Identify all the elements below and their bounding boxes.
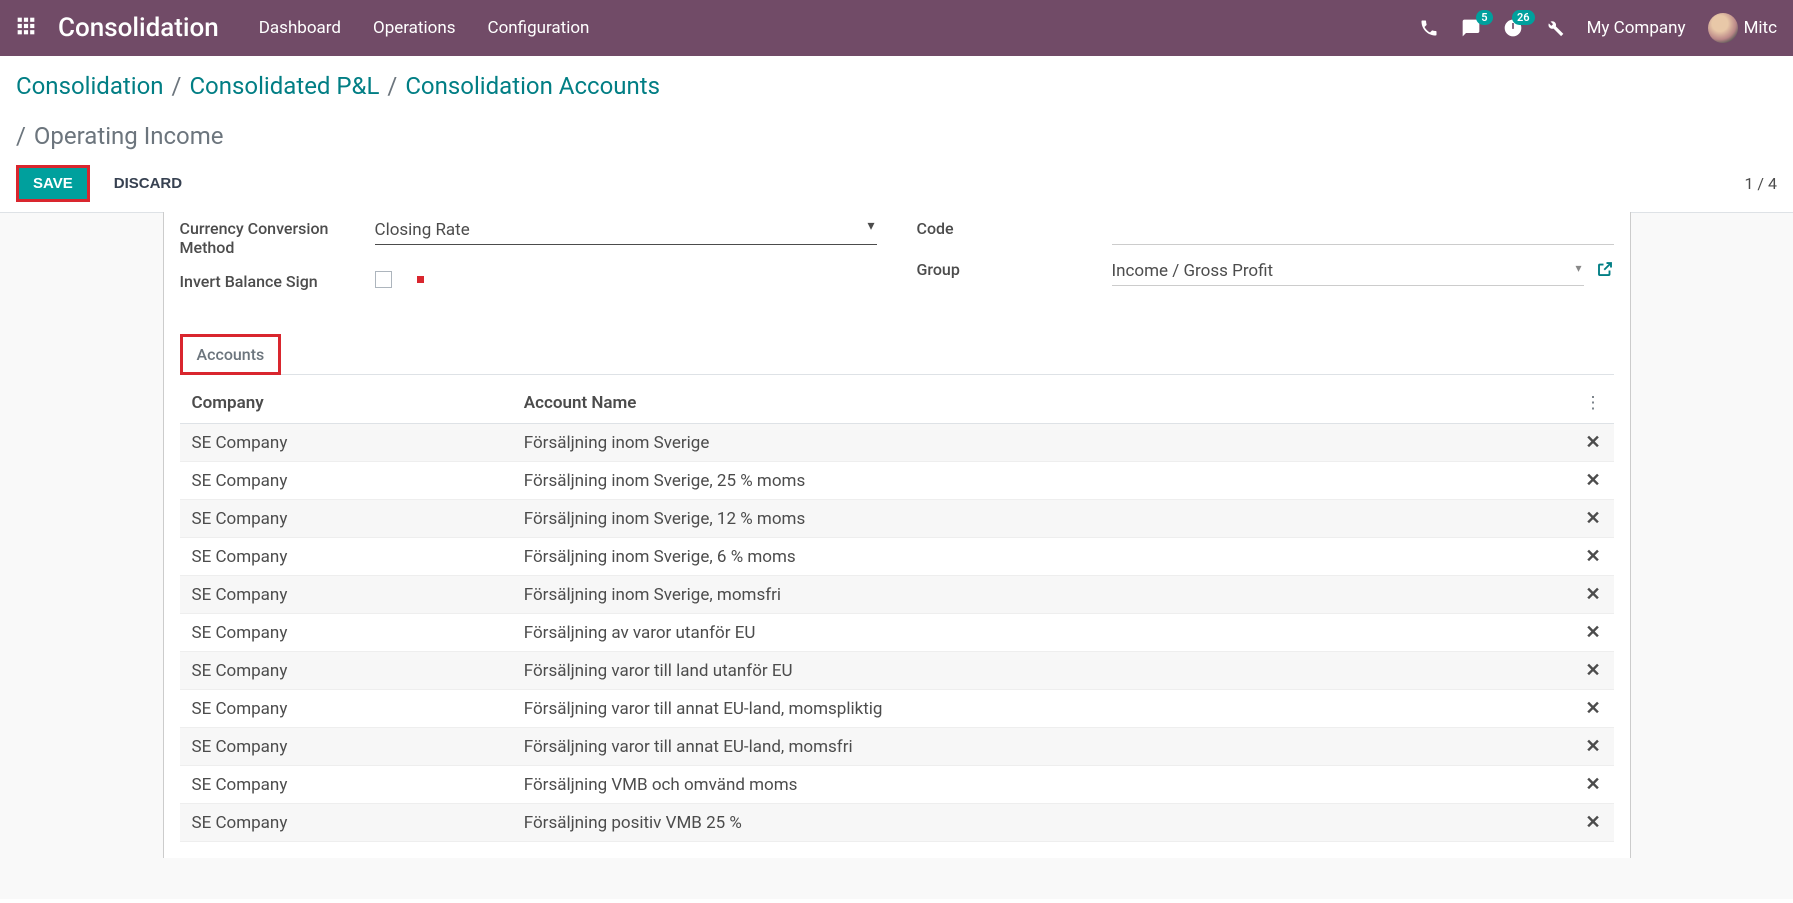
- cell-account-name: Försäljning varor till annat EU-land, mo…: [512, 690, 1573, 728]
- cell-company: SE Company: [180, 462, 512, 500]
- activities-badge: 26: [1512, 10, 1535, 25]
- company-selector[interactable]: My Company: [1587, 18, 1686, 38]
- breadcrumb-link[interactable]: Consolidation Accounts: [405, 70, 660, 104]
- invert-balance-checkbox[interactable]: [375, 271, 392, 288]
- activities-icon[interactable]: 26: [1503, 18, 1523, 38]
- cell-account-name: Försäljning VMB och omvänd moms: [512, 766, 1573, 804]
- currency-method-select[interactable]: Closing Rate: [375, 216, 877, 245]
- cell-company: SE Company: [180, 614, 512, 652]
- cell-account-name: Försäljning inom Sverige: [512, 424, 1573, 462]
- table-row[interactable]: SE CompanyFörsäljning inom Sverige, moms…: [180, 576, 1614, 614]
- delete-row-icon[interactable]: ✕: [1585, 622, 1600, 643]
- col-options[interactable]: ⋮: [1573, 383, 1614, 424]
- apps-icon[interactable]: [16, 16, 40, 40]
- top-navbar: Consolidation Dashboard Operations Confi…: [0, 0, 1793, 56]
- group-select[interactable]: Income / Gross Profit: [1112, 257, 1584, 286]
- discard-button[interactable]: DISCARD: [100, 168, 196, 199]
- form-sheet: Currency Conversion Method Closing Rate …: [163, 212, 1631, 858]
- delete-row-icon[interactable]: ✕: [1585, 812, 1600, 833]
- field-label-currency-method: Currency Conversion Method: [180, 216, 375, 257]
- modified-indicator: [417, 276, 424, 283]
- phone-icon[interactable]: [1419, 18, 1439, 38]
- cell-account-name: Försäljning av varor utanför EU: [512, 614, 1573, 652]
- table-row[interactable]: SE CompanyFörsäljning varor till annat E…: [180, 690, 1614, 728]
- save-button[interactable]: SAVE: [16, 165, 90, 202]
- external-link-icon[interactable]: [1596, 260, 1614, 283]
- table-row[interactable]: SE CompanyFörsäljning inom Sverige, 25 %…: [180, 462, 1614, 500]
- breadcrumb: Consolidation / Consolidated P&L / Conso…: [16, 70, 1777, 153]
- cell-company: SE Company: [180, 728, 512, 766]
- delete-row-icon[interactable]: ✕: [1585, 698, 1600, 719]
- field-label-group: Group: [917, 257, 1112, 279]
- table-row[interactable]: SE CompanyFörsäljning VMB och omvänd mom…: [180, 766, 1614, 804]
- table-row[interactable]: SE CompanyFörsäljning positiv VMB 25 % ✕: [180, 804, 1614, 842]
- messages-badge: 5: [1476, 10, 1492, 25]
- menu-dashboard[interactable]: Dashboard: [259, 18, 341, 38]
- col-account-name[interactable]: Account Name: [512, 383, 1573, 424]
- table-row[interactable]: SE CompanyFörsäljning inom Sverige, 6 % …: [180, 538, 1614, 576]
- cell-account-name: Försäljning inom Sverige, momsfri: [512, 576, 1573, 614]
- delete-row-icon[interactable]: ✕: [1585, 584, 1600, 605]
- tools-icon[interactable]: [1545, 18, 1565, 38]
- delete-row-icon[interactable]: ✕: [1585, 432, 1600, 453]
- control-panel: Consolidation / Consolidated P&L / Conso…: [0, 56, 1793, 213]
- user-name-label: Mitc: [1744, 18, 1777, 38]
- cell-company: SE Company: [180, 804, 512, 842]
- delete-row-icon[interactable]: ✕: [1585, 736, 1600, 757]
- code-input[interactable]: [1112, 216, 1614, 245]
- cell-account-name: Försäljning varor till land utanför EU: [512, 652, 1573, 690]
- table-row[interactable]: SE CompanyFörsäljning inom Sverige, 12 %…: [180, 500, 1614, 538]
- app-brand[interactable]: Consolidation: [58, 13, 219, 43]
- avatar: [1708, 13, 1738, 43]
- delete-row-icon[interactable]: ✕: [1585, 774, 1600, 795]
- cell-company: SE Company: [180, 424, 512, 462]
- delete-row-icon[interactable]: ✕: [1585, 470, 1600, 491]
- accounts-table: Company Account Name ⋮ SE CompanyFörsälj…: [180, 383, 1614, 842]
- breadcrumb-link[interactable]: Consolidation: [16, 70, 164, 104]
- cell-account-name: Försäljning inom Sverige, 12 % moms: [512, 500, 1573, 538]
- col-company[interactable]: Company: [180, 383, 512, 424]
- breadcrumb-link[interactable]: Consolidated P&L: [189, 70, 379, 104]
- breadcrumb-current: Operating Income: [34, 120, 224, 154]
- main-menu: Dashboard Operations Configuration: [259, 18, 590, 38]
- tab-accounts[interactable]: Accounts: [180, 334, 282, 375]
- table-row[interactable]: SE CompanyFörsäljning av varor utanför E…: [180, 614, 1614, 652]
- table-row[interactable]: SE CompanyFörsäljning varor till land ut…: [180, 652, 1614, 690]
- user-menu[interactable]: Mitc: [1708, 13, 1777, 43]
- delete-row-icon[interactable]: ✕: [1585, 660, 1600, 681]
- cell-company: SE Company: [180, 690, 512, 728]
- notebook-tabs: Accounts: [180, 333, 1614, 375]
- menu-operations[interactable]: Operations: [373, 18, 456, 38]
- cell-company: SE Company: [180, 652, 512, 690]
- field-label-invert: Invert Balance Sign: [180, 269, 375, 291]
- cell-account-name: Försäljning inom Sverige, 6 % moms: [512, 538, 1573, 576]
- cell-account-name: Försäljning positiv VMB 25 %: [512, 804, 1573, 842]
- delete-row-icon[interactable]: ✕: [1585, 546, 1600, 567]
- pager[interactable]: 1 / 4: [1744, 174, 1777, 193]
- field-label-code: Code: [917, 216, 1112, 238]
- table-row[interactable]: SE CompanyFörsäljning varor till annat E…: [180, 728, 1614, 766]
- delete-row-icon[interactable]: ✕: [1585, 508, 1600, 529]
- cell-company: SE Company: [180, 576, 512, 614]
- cell-company: SE Company: [180, 500, 512, 538]
- cell-account-name: Försäljning varor till annat EU-land, mo…: [512, 728, 1573, 766]
- menu-configuration[interactable]: Configuration: [488, 18, 590, 38]
- cell-account-name: Försäljning inom Sverige, 25 % moms: [512, 462, 1573, 500]
- cell-company: SE Company: [180, 766, 512, 804]
- table-row[interactable]: SE CompanyFörsäljning inom Sverige ✕: [180, 424, 1614, 462]
- cell-company: SE Company: [180, 538, 512, 576]
- messages-icon[interactable]: 5: [1461, 18, 1481, 38]
